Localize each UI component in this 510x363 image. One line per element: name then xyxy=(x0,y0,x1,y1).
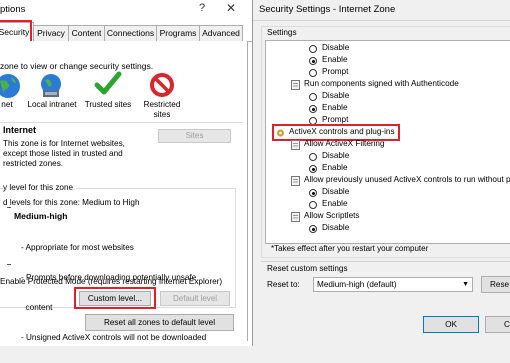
security-settings-dialog: Security Settings - Internet Zone Settin… xyxy=(252,0,510,346)
radio-disable[interactable] xyxy=(309,225,317,233)
radio-disable[interactable] xyxy=(309,153,317,161)
cancel-button[interactable]: C xyxy=(485,316,510,333)
reset-group-label: Reset custom settings xyxy=(267,264,348,273)
globe-icon[interactable] xyxy=(0,72,22,100)
default-level-button[interactable]: Default level xyxy=(160,291,230,306)
radio-label[interactable]: Enable xyxy=(322,103,348,112)
zone-label-local-intranet[interactable]: Local intranet xyxy=(26,100,78,109)
check-icon[interactable] xyxy=(94,70,122,98)
level-name: Medium-high xyxy=(14,211,68,221)
sites-button[interactable]: Sites xyxy=(158,129,231,143)
ok-button[interactable]: OK xyxy=(423,316,479,333)
settings-node-icon xyxy=(291,176,300,186)
radio-label[interactable]: Disable xyxy=(322,151,349,160)
setting-label: Run components signed with Authenticode xyxy=(304,79,459,88)
zone-label-restricted-sites[interactable]: Restricted sites xyxy=(138,100,186,120)
zone-desc-line: restricted zones. xyxy=(3,159,64,168)
reset-to-value: Medium-high (default) xyxy=(317,280,397,289)
level-bullet: - Appropriate for most websites xyxy=(21,243,134,252)
close-button[interactable]: ✕ xyxy=(226,1,236,15)
tab-connections[interactable]: Connections xyxy=(104,25,157,41)
restart-note: *Takes effect after you restart your com… xyxy=(271,244,429,253)
title-divider xyxy=(253,20,510,21)
radio-enable[interactable] xyxy=(309,201,317,209)
slider-tick xyxy=(7,207,11,208)
radio-label[interactable]: Prompt xyxy=(322,115,348,124)
reset-button[interactable]: Rese xyxy=(481,276,510,293)
radio-label[interactable]: Enable xyxy=(322,55,348,64)
security-level-group-label: y level for this zone xyxy=(3,183,77,192)
slider-tick xyxy=(7,264,11,265)
tab-content[interactable]: Content xyxy=(68,25,105,41)
radio-label[interactable]: Enable xyxy=(322,199,348,208)
zone-description: This zone is for Internet websites, exce… xyxy=(3,139,125,169)
zones-intro: zone to view or change security settings… xyxy=(0,61,154,71)
zone-desc-line: except those listed in trusted and xyxy=(3,149,123,158)
zone-label-internet[interactable]: net xyxy=(0,100,14,109)
settings-node-icon xyxy=(291,80,300,90)
reset-to-label: Reset to: xyxy=(267,280,300,289)
radio-enable[interactable] xyxy=(309,105,317,113)
radio-label[interactable]: Disable xyxy=(322,223,349,232)
custom-level-highlight xyxy=(74,287,156,309)
zone-label-trusted-sites[interactable]: Trusted sites xyxy=(82,100,134,109)
reset-to-select[interactable]: Medium-high (default) ▼ xyxy=(313,277,473,292)
radio-label[interactable]: Prompt xyxy=(322,67,348,76)
allowed-levels: d levels for this zone: Medium to High xyxy=(3,198,140,207)
divider xyxy=(0,122,243,123)
restricted-icon[interactable] xyxy=(148,71,176,99)
tab-advanced[interactable]: Advanced xyxy=(199,25,243,41)
zone-heading: Internet xyxy=(3,125,37,135)
radio-disable[interactable] xyxy=(309,189,317,197)
tab-programs[interactable]: Programs xyxy=(156,25,200,41)
divider xyxy=(261,261,510,262)
radio-prompt[interactable] xyxy=(309,69,317,77)
dialog-title: Security Settings - Internet Zone xyxy=(259,4,396,15)
help-button[interactable]: ? xyxy=(199,2,205,14)
tab-privacy[interactable]: Privacy xyxy=(33,25,69,41)
radio-disable[interactable] xyxy=(309,45,317,53)
intranet-icon[interactable] xyxy=(37,72,65,100)
radio-label[interactable]: Disable xyxy=(322,187,349,196)
setting-label: Allow ActiveX Filtering xyxy=(304,139,385,148)
protected-mode-checkbox[interactable]: Enable Protected Mode (requires restarti… xyxy=(0,277,222,286)
setting-label: Allow previously unused ActiveX controls… xyxy=(304,175,510,184)
zone-desc-line: This zone is for Internet websites, xyxy=(3,139,125,148)
radio-enable[interactable] xyxy=(309,165,317,173)
setting-label: Allow Scriptlets xyxy=(304,211,360,220)
settings-tree[interactable]: Disable Enable Prompt Run components signed… xyxy=(265,40,510,244)
radio-label[interactable]: Enable xyxy=(322,163,348,172)
settings-label: Settings xyxy=(267,28,297,37)
radio-enable[interactable] xyxy=(309,57,317,65)
settings-node-icon xyxy=(291,140,300,150)
chevron-down-icon: ▼ xyxy=(462,281,469,288)
radio-disable[interactable] xyxy=(309,93,317,101)
window-title: ptions xyxy=(0,4,26,15)
settings-node-icon xyxy=(291,212,300,222)
tab-strip: Security Privacy Content Connections Pro… xyxy=(0,22,252,42)
level-bullet: - Unsigned ActiveX controls will not be … xyxy=(21,333,207,342)
radio-label[interactable]: Disable xyxy=(322,91,349,100)
radio-label[interactable]: Disable xyxy=(322,43,349,52)
reset-all-zones-button[interactable]: Reset all zones to default level xyxy=(85,314,234,331)
internet-options-window: ptions ? ✕ Security Privacy Content Conn… xyxy=(0,0,252,346)
